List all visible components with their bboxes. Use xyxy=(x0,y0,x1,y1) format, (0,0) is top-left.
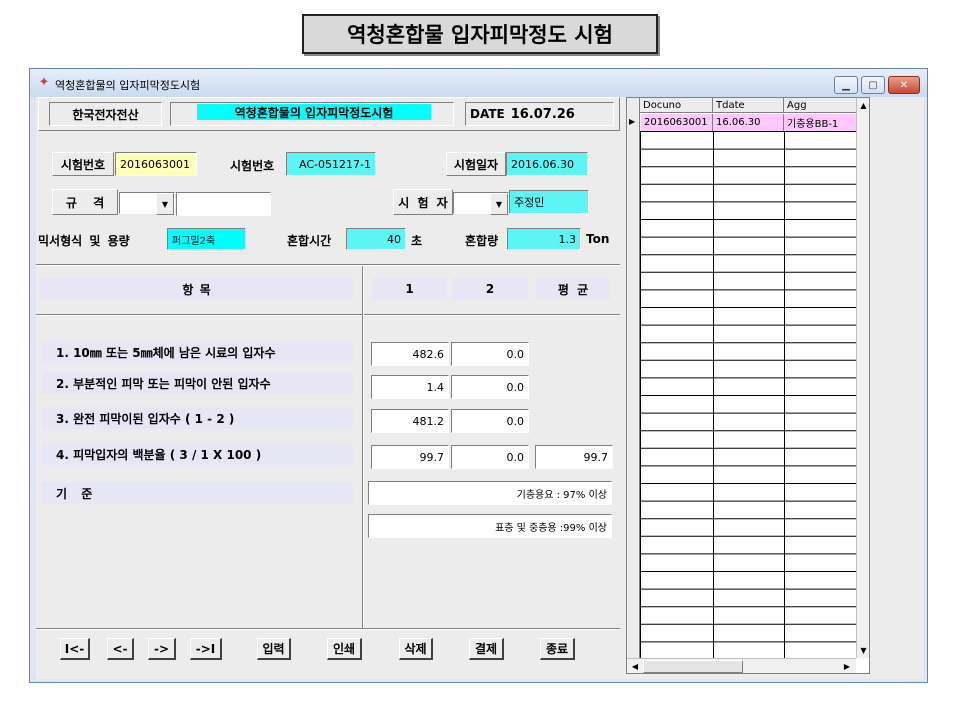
test-no2-label: 시험번호 xyxy=(230,159,275,173)
test-no-label: 시험번호 xyxy=(52,152,114,176)
exit-button[interactable]: 종료 xyxy=(540,638,575,660)
section-divider xyxy=(36,628,620,630)
tester-combo[interactable]: ▼ xyxy=(453,192,509,215)
mix-time-unit: 초 xyxy=(411,234,423,248)
app-icon: ✦ xyxy=(38,75,50,90)
print-button[interactable]: 인쇄 xyxy=(327,638,362,660)
grid-lines xyxy=(640,131,856,658)
row3-value2[interactable]: 0.0 xyxy=(451,409,529,433)
prev-record-button[interactable]: <- xyxy=(107,638,134,660)
first-record-button[interactable]: I<- xyxy=(60,638,90,660)
mix-amount-field[interactable]: 1.3 xyxy=(507,228,581,250)
col2-header: 2 xyxy=(452,278,528,300)
row1-value1[interactable]: 482.6 xyxy=(371,342,449,366)
mixer-field[interactable]: 퍼그밀2축 xyxy=(167,228,246,250)
column-divider xyxy=(362,266,364,630)
mix-amount-unit: Ton xyxy=(586,232,610,246)
tester-name-field[interactable]: 주정민 xyxy=(509,190,589,214)
record-grid: Docuno Tdate Agg ▶ 2016063001 16.06.30 기… xyxy=(626,97,870,674)
scroll-up-icon[interactable]: ▲ xyxy=(857,98,869,112)
grid-header-tdate[interactable]: Tdate xyxy=(713,98,784,113)
form-title: 역청혼합물의 입자피막정도시험 xyxy=(197,104,431,120)
tester-label: 시 험 자 xyxy=(393,189,453,215)
scroll-right-icon[interactable]: ▶ xyxy=(841,660,853,673)
mix-time-label: 혼합시간 xyxy=(287,234,332,248)
page-banner-title: 역청혼합물 입자피막정도 시험 xyxy=(302,14,658,54)
company-name: 한국전자전산 xyxy=(49,102,162,126)
row-pointer-icon: ▶ xyxy=(629,117,636,126)
scroll-left-icon[interactable]: ◀ xyxy=(629,660,641,673)
row4-value1[interactable]: 99.7 xyxy=(371,445,449,469)
test-no-field[interactable]: 2016063001 xyxy=(115,152,197,176)
spec-combo[interactable]: ▼ xyxy=(119,192,175,215)
input-button[interactable]: 입력 xyxy=(257,638,291,660)
standard-base-field[interactable]: 기층용요 : 97% 이상 xyxy=(368,481,612,505)
last-record-button[interactable]: ->I xyxy=(190,638,222,660)
test-no2-field[interactable]: AC-051217-1 xyxy=(286,152,376,176)
scroll-thumb[interactable] xyxy=(643,660,743,673)
delete-button[interactable]: 삭제 xyxy=(399,638,433,660)
chevron-down-icon[interactable]: ▼ xyxy=(156,193,174,215)
section-divider xyxy=(36,264,620,266)
row3-value1[interactable]: 481.2 xyxy=(371,409,449,433)
date-label: DATE xyxy=(470,107,505,121)
window-title: 역청혼합물의 입자피막정도시험 xyxy=(55,79,201,92)
test-date-label: 시험일자 xyxy=(446,152,506,176)
horizontal-scrollbar[interactable]: ◀ ▶ xyxy=(627,658,856,673)
date-value: 16.07.26 xyxy=(510,106,575,122)
col1-header: 1 xyxy=(372,278,447,300)
minimize-button[interactable]: ▁ xyxy=(834,76,858,94)
next-record-button[interactable]: -> xyxy=(148,638,176,660)
chevron-down-icon[interactable]: ▼ xyxy=(490,193,508,215)
mixer-label: 믹서형식 및 용량 xyxy=(38,234,130,248)
row-label-4: 4. 피막입자의 백분율 ( 3 / 1 X 100 ) xyxy=(42,443,353,465)
mix-amount-label: 혼합량 xyxy=(465,234,499,248)
section-divider xyxy=(36,314,620,316)
row-label-2: 2. 부분적인 피막 또는 피막이 안된 입자수 xyxy=(42,372,353,394)
tester-combo-value xyxy=(454,193,490,213)
row-label-1: 1. 10㎜ 또는 5㎜체에 남은 시료의 입자수 xyxy=(42,341,353,363)
row2-value1[interactable]: 1.4 xyxy=(371,375,449,399)
grid-cell-docuno[interactable]: 2016063001 xyxy=(641,114,713,131)
standard-surface-field[interactable]: 표층 및 중층용 :99% 이상 xyxy=(368,514,612,538)
standard-label: 기 준 xyxy=(42,482,353,504)
grid-header-docuno[interactable]: Docuno xyxy=(640,98,713,113)
mix-time-field[interactable]: 40 xyxy=(346,228,406,250)
restore-button[interactable]: ▢ xyxy=(861,76,885,94)
close-button[interactable]: ✕ xyxy=(888,76,920,94)
avg-header: 평 균 xyxy=(536,278,610,300)
test-date-field[interactable]: 2016.06.30 xyxy=(506,152,588,176)
vertical-scrollbar[interactable]: ▲ ▼ xyxy=(856,98,869,658)
scroll-down-icon[interactable]: ▼ xyxy=(857,643,869,657)
row-label-3: 3. 완전 피막이된 입자수 ( 1 - 2 ) xyxy=(42,407,353,429)
grid-cell-tdate[interactable]: 16.06.30 xyxy=(713,114,784,131)
item-header: 항 목 xyxy=(40,278,353,300)
row2-value2[interactable]: 0.0 xyxy=(451,375,529,399)
spec-combo-value xyxy=(120,193,156,213)
approve-button[interactable]: 결제 xyxy=(469,638,504,660)
grid-header-agg[interactable]: Agg xyxy=(784,98,856,113)
row4-avg[interactable]: 99.7 xyxy=(535,445,613,469)
row4-value2[interactable]: 0.0 xyxy=(451,445,529,469)
grid-cell-agg[interactable]: 기층용BB-1 xyxy=(784,114,856,131)
date-display: DATE 16.07.26 xyxy=(465,102,614,126)
spec-label: 규 격 xyxy=(52,189,118,215)
row1-value2[interactable]: 0.0 xyxy=(451,342,529,366)
spec-text-field[interactable] xyxy=(176,192,271,216)
